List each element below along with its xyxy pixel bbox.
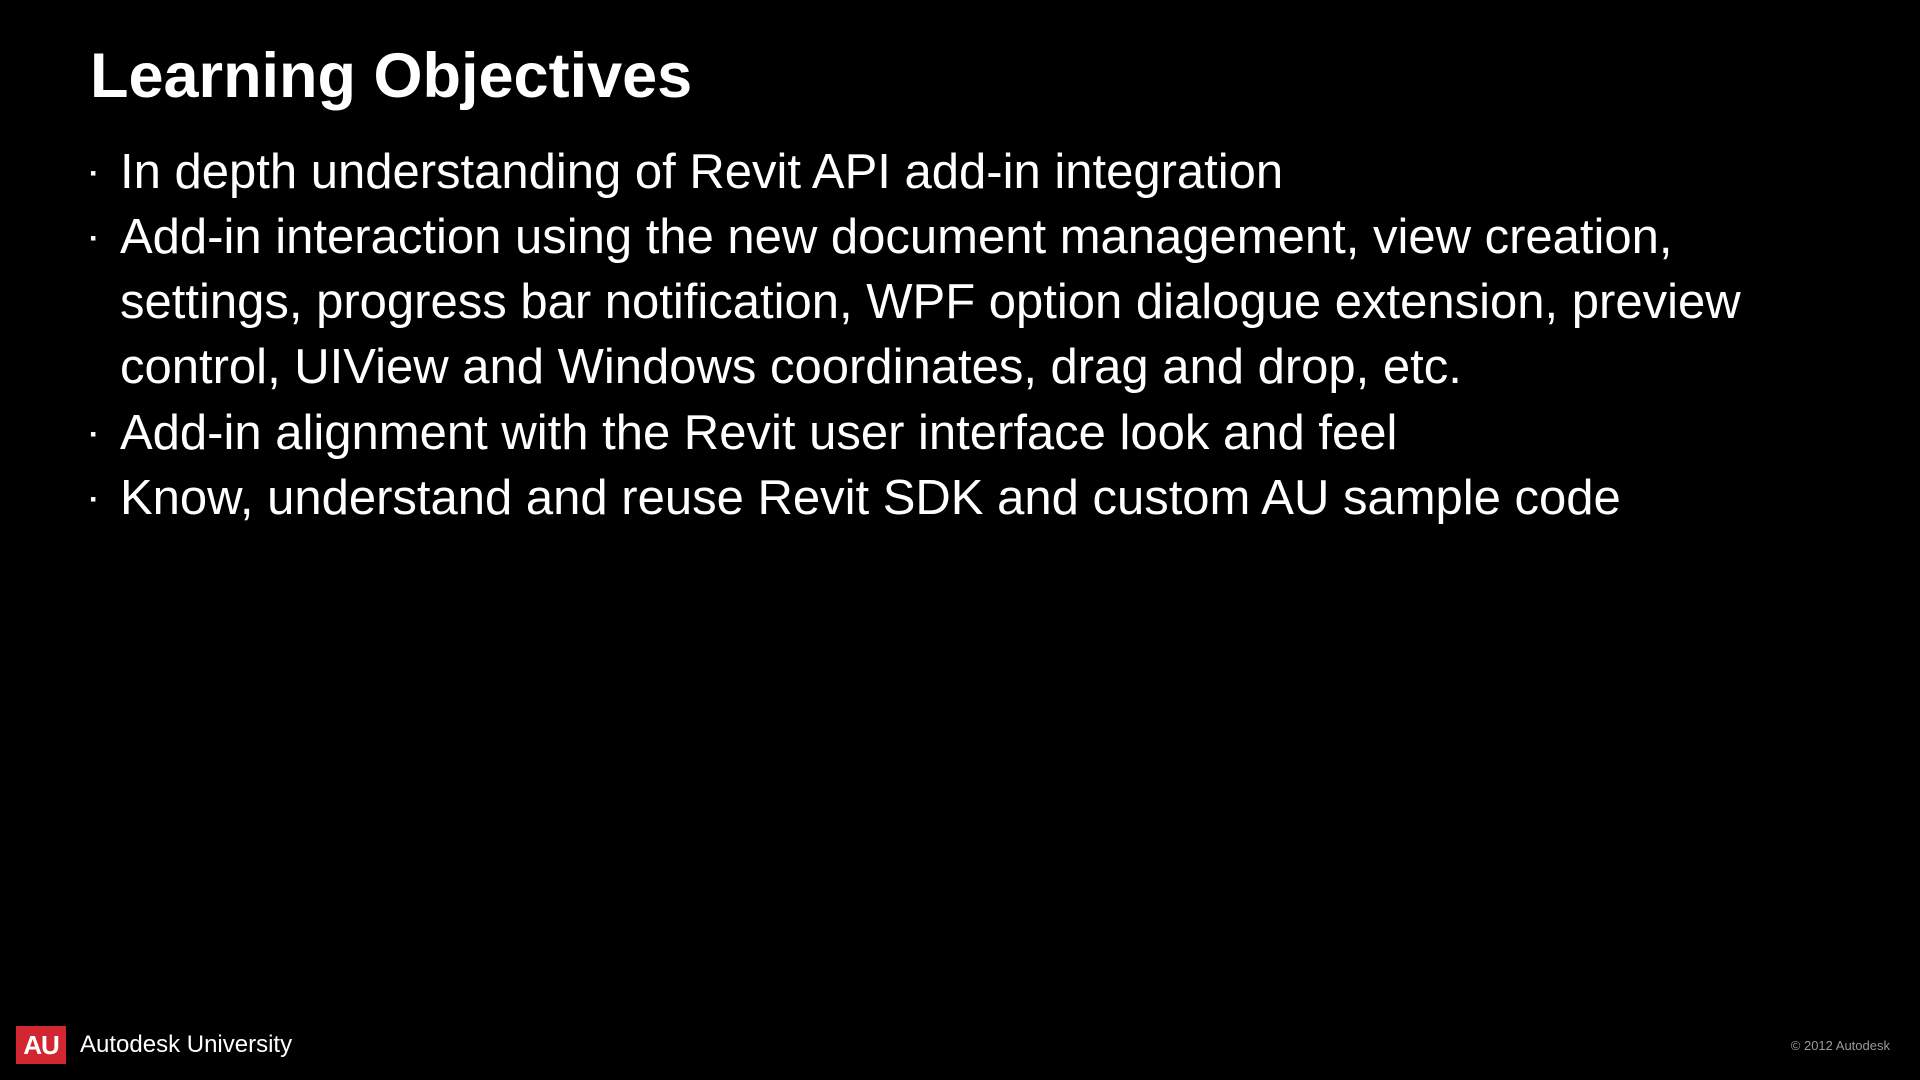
bullet-list: ▪ In depth understanding of Revit API ad… — [90, 140, 1830, 531]
list-item: ▪ Add-in interaction using the new docum… — [90, 205, 1830, 400]
brand-text: Autodesk University — [80, 1031, 292, 1059]
footer: AU Autodesk University © 2012 Autodesk — [0, 1026, 1920, 1064]
footer-brand: AU Autodesk University — [16, 1026, 292, 1064]
bullet-text: Know, understand and reuse Revit SDK and… — [120, 466, 1621, 531]
bullet-icon: ▪ — [90, 488, 104, 512]
copyright-text: © 2012 Autodesk — [1791, 1038, 1904, 1053]
au-logo-icon: AU — [16, 1026, 66, 1064]
list-item: ▪ Add-in alignment with the Revit user i… — [90, 401, 1830, 466]
bullet-text: Add-in interaction using the new documen… — [120, 205, 1830, 400]
list-item: ▪ Know, understand and reuse Revit SDK a… — [90, 466, 1830, 531]
bullet-text: Add-in alignment with the Revit user int… — [120, 401, 1397, 466]
bullet-icon: ▪ — [90, 423, 104, 447]
bullet-icon: ▪ — [90, 162, 104, 186]
bullet-icon: ▪ — [90, 227, 104, 251]
slide-title: Learning Objectives — [90, 40, 1830, 112]
slide-container: Learning Objectives ▪ In depth understan… — [0, 0, 1920, 1080]
bullet-text: In depth understanding of Revit API add-… — [120, 140, 1283, 205]
list-item: ▪ In depth understanding of Revit API ad… — [90, 140, 1830, 205]
